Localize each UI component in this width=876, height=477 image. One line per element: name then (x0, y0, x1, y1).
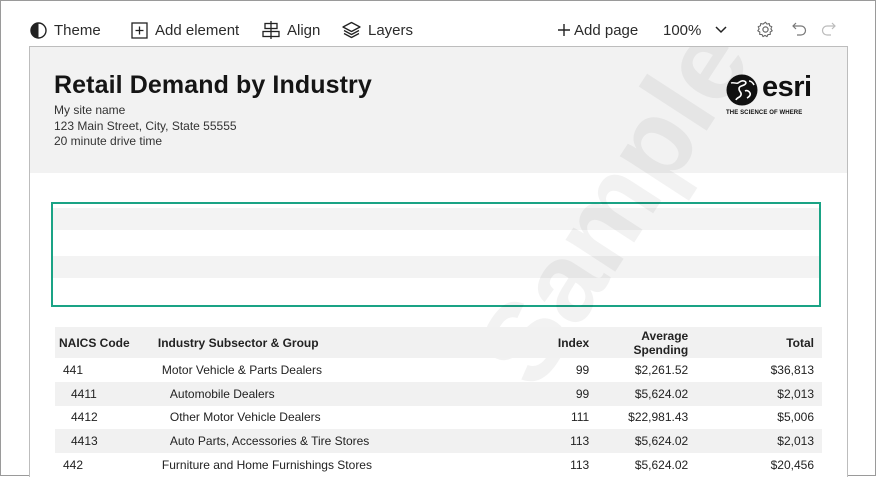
col-index-header: Index (557, 335, 590, 350)
naics-code: 4412 (71, 410, 98, 425)
total-value: $2,013 (688, 429, 822, 454)
logo-tagline: THE SCIENCE OF WHERE (726, 110, 803, 116)
align-button[interactable]: Align (262, 19, 320, 41)
total-value: $36,813 (770, 362, 814, 377)
gear-icon[interactable] (757, 21, 774, 38)
index-value: 99 (575, 362, 590, 377)
report-header: Retail Demand by Industry My site name 1… (30, 47, 847, 173)
table-header-row: NAICS Code Industry Subsector & Group In… (55, 327, 822, 358)
industry-name: Auto Parts, Accessories & Tire Stores (157, 429, 516, 454)
report-page: Retail Demand by Industry My site name 1… (29, 46, 848, 477)
index-value: 113 (515, 429, 590, 454)
avg-header-line2: Spending (633, 342, 689, 357)
table-row: 441 Motor Vehicle & Parts Dealers 99 $2,… (55, 358, 822, 382)
table-row: 442 Furniture and Home Furnishings Store… (55, 453, 822, 477)
industry-name: Other Motor Vehicle Dealers (169, 410, 321, 425)
align-label: Align (287, 21, 321, 39)
retail-demand-table[interactable]: NAICS Code Industry Subsector & Group In… (55, 327, 822, 477)
naics-code: 4413 (55, 429, 158, 454)
placeholder-row (53, 208, 819, 230)
table-row: 4413 Auto Parts, Accessories & Tire Stor… (55, 429, 822, 454)
drive-time: 20 minute drive time (54, 134, 163, 148)
add-page-button[interactable]: Add page (557, 19, 638, 41)
globe-icon (726, 74, 758, 106)
industry-name: Furniture and Home Furnishings Stores (161, 458, 372, 473)
col-total-header: Total (786, 335, 814, 350)
avg-spending: $2,261.52 (634, 362, 689, 377)
avg-spending: $5,624.02 (634, 458, 689, 473)
layers-button[interactable]: Layers (342, 19, 413, 41)
placeholder-row (53, 256, 819, 278)
avg-spending: $22,981.43 (628, 410, 689, 425)
report-title[interactable]: Retail Demand by Industry (54, 71, 372, 100)
naics-code: 441 (63, 362, 84, 377)
layers-label: Layers (368, 21, 414, 39)
naics-code: 442 (63, 458, 84, 473)
naics-code: 4411 (55, 381, 158, 406)
undo-icon[interactable] (792, 22, 807, 36)
table-row: 4411 Automobile Dealers 99 $5,624.02 $2,… (55, 381, 822, 406)
layers-icon (342, 21, 361, 39)
toolbar: Theme Add element Align Layers Add page … (0, 0, 876, 46)
index-value: 99 (515, 381, 590, 406)
index-value: 111 (570, 410, 590, 425)
align-icon (262, 21, 280, 39)
empty-element-placeholder[interactable] (51, 202, 821, 307)
table-row: 4412 Other Motor Vehicle Dealers 111 $22… (55, 406, 822, 430)
avg-spending: $5,624.02 (589, 381, 689, 406)
total-value: $5,006 (777, 410, 814, 425)
add-page-label: Add page (574, 21, 639, 39)
add-element-label: Add element (155, 21, 240, 39)
industry-name: Motor Vehicle & Parts Dealers (161, 362, 322, 377)
total-value: $2,013 (688, 381, 822, 406)
add-element-button[interactable]: Add element (131, 19, 239, 41)
add-square-icon (131, 21, 148, 39)
index-value: 113 (570, 458, 590, 473)
site-address: 123 Main Street, City, State 55555 (54, 119, 237, 133)
zoom-value: 100% (663, 21, 702, 39)
total-value: $20,456 (770, 458, 814, 473)
theme-button[interactable]: Theme (30, 19, 101, 41)
esri-logo: esri THE SCIENCE OF WHERE (725, 71, 825, 119)
zoom-select[interactable]: 100% (663, 19, 734, 41)
logo-wordmark: esri (762, 71, 812, 103)
chevron-down-icon (715, 26, 727, 34)
col-naics-header: NAICS Code (59, 335, 130, 350)
redo-icon[interactable] (821, 22, 836, 36)
theme-label: Theme (54, 21, 101, 39)
theme-icon (30, 21, 47, 39)
industry-name: Automobile Dealers (157, 381, 516, 406)
col-avg-spending-header: Average Spending (589, 327, 689, 358)
col-industry-header: Industry Subsector & Group (157, 335, 319, 350)
site-name: My site name (54, 103, 126, 117)
plus-icon (558, 24, 570, 36)
avg-spending: $5,624.02 (589, 429, 689, 454)
avg-header-line1: Average (641, 328, 689, 343)
